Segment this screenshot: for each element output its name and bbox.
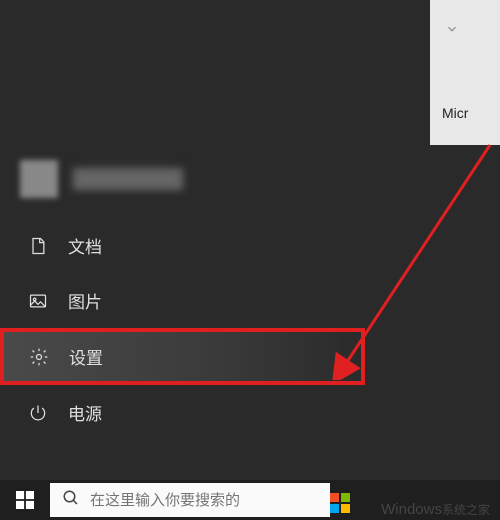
document-icon [28, 236, 48, 256]
menu-item-power[interactable]: 电源 [0, 385, 365, 440]
tile-partial-text: Micr [442, 105, 468, 121]
power-icon [28, 403, 48, 423]
start-menu-panel: 文档 图片 设置 电源 [0, 0, 365, 480]
menu-label: 文档 [68, 233, 102, 258]
gear-icon [29, 347, 49, 367]
tile-area: Micr [430, 0, 500, 145]
menu-label: 设置 [69, 344, 103, 369]
menu-item-documents[interactable]: 文档 [0, 218, 365, 273]
watermark-text: Windows系统之家 [381, 501, 490, 518]
menu-item-settings[interactable]: 设置 [0, 328, 365, 385]
desktop-app-area: Micr [365, 0, 500, 480]
windows-logo-icon [16, 491, 34, 509]
user-account-row[interactable] [20, 160, 183, 198]
picture-icon [28, 291, 48, 311]
menu-label: 图片 [68, 288, 102, 313]
watermark-logo-icon [330, 493, 352, 515]
taskbar-search[interactable] [50, 483, 330, 517]
chevron-down-icon[interactable] [445, 22, 459, 41]
username-obscured [73, 168, 183, 190]
avatar [20, 160, 58, 198]
search-icon [62, 489, 80, 512]
start-menu-items: 文档 图片 设置 电源 [0, 218, 365, 440]
start-button[interactable] [0, 480, 50, 520]
search-input[interactable] [90, 492, 318, 509]
menu-item-pictures[interactable]: 图片 [0, 273, 365, 328]
menu-label: 电源 [68, 400, 102, 425]
